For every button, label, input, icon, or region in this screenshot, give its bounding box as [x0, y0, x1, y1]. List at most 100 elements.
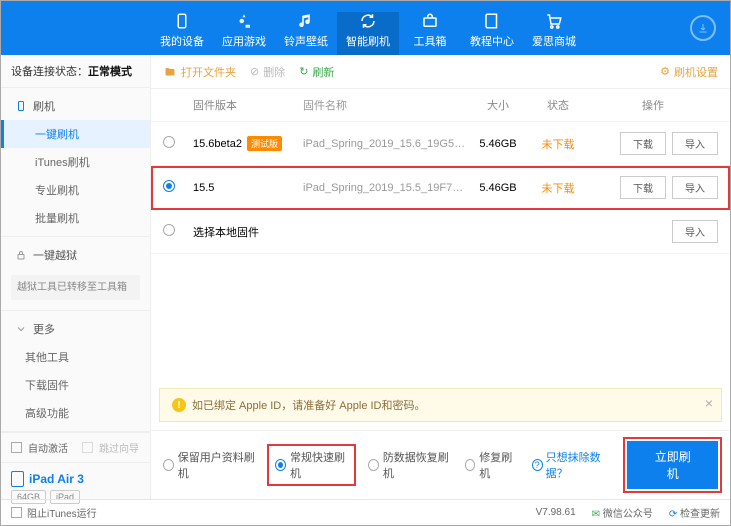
nav-my-device[interactable]: 我的设备	[151, 12, 213, 55]
sidebar-group-more[interactable]: 更多	[1, 315, 150, 343]
toolbar: 打开文件夹 ⊘删除 ↻刷新 ⚙刷机设置	[151, 55, 730, 89]
notice-close-icon[interactable]: ×	[705, 395, 713, 411]
skip-guide-checkbox[interactable]	[82, 442, 93, 453]
device-name: iPad Air 3	[11, 471, 140, 487]
start-flash-button[interactable]: 立即刷机	[627, 441, 718, 489]
flash-mode-row: 保留用户资料刷机 常规快速刷机 防数据恢复刷机 修复刷机 ?只想抹除数据？ 立即…	[151, 430, 730, 499]
nav-apps[interactable]: 应用游戏	[213, 12, 275, 55]
book-icon	[483, 12, 501, 30]
refresh-small-icon: ↻	[299, 65, 308, 78]
chevron-down-icon	[15, 323, 27, 335]
refresh-button[interactable]: ↻刷新	[299, 64, 334, 80]
gear-icon: ⚙	[660, 65, 670, 78]
nav-tutorials[interactable]: 教程中心	[461, 12, 523, 55]
delete-button: ⊘删除	[250, 64, 285, 80]
fw-version: 15.5	[193, 182, 214, 194]
block-itunes-checkbox[interactable]	[11, 507, 22, 518]
block-itunes-label: 阻止iTunes运行	[27, 505, 97, 520]
mode-repair[interactable]: 修复刷机	[465, 449, 518, 481]
row-radio[interactable]	[163, 224, 175, 236]
col-header-ops: 操作	[588, 97, 718, 113]
download-button[interactable]: 下载	[620, 176, 666, 199]
toolbox-icon	[421, 12, 439, 30]
sidebar-item-other-tools[interactable]: 其他工具	[1, 343, 150, 371]
fw-size: 5.46GB	[468, 182, 528, 194]
import-button[interactable]: 导入	[672, 176, 718, 199]
table-header: 固件版本 固件名称 大小 状态 操作	[151, 89, 730, 122]
jailbreak-moved-note: 越狱工具已转移至工具箱	[11, 275, 140, 300]
help-icon: ?	[532, 459, 543, 471]
phone-icon	[173, 12, 191, 30]
lock-icon	[15, 249, 27, 261]
fw-status: 未下载	[528, 136, 588, 152]
download-indicator-icon[interactable]	[690, 15, 716, 41]
refresh-icon	[359, 12, 377, 30]
auto-activate-checkbox[interactable]	[11, 442, 22, 453]
wechat-icon: ✉	[592, 509, 603, 520]
firmware-table: 固件版本 固件名称 大小 状态 操作 15.6beta2 测试版 iPad_Spr…	[151, 89, 730, 254]
col-header-version: 固件版本	[193, 97, 303, 113]
mode-keep-data[interactable]: 保留用户资料刷机	[163, 449, 255, 481]
flash-settings-button[interactable]: ⚙刷机设置	[660, 64, 718, 80]
mode-radio[interactable]	[163, 459, 174, 471]
mode-radio[interactable]	[368, 459, 379, 471]
open-folder-button[interactable]: 打开文件夹	[163, 64, 236, 80]
sidebar-item-oneclick-flash[interactable]: 一键刷机	[1, 120, 150, 148]
import-button[interactable]: 导入	[672, 220, 718, 243]
sidebar-item-download-fw[interactable]: 下载固件	[1, 371, 150, 399]
folder-icon	[163, 66, 177, 78]
erase-only-link[interactable]: ?只想抹除数据？	[532, 449, 614, 481]
mode-normal-fast[interactable]: 常规快速刷机	[269, 446, 354, 484]
wechat-link[interactable]: ✉ 微信公众号	[592, 505, 653, 520]
version-label: V7.98.61	[536, 507, 576, 518]
sidebar: 设备连接状态：正常模式 刷机 一键刷机 iTunes刷机 专业刷机 批量刷机 一…	[1, 55, 151, 499]
sidebar-group-jailbreak[interactable]: 一键越狱	[1, 241, 150, 269]
update-icon: ⟳	[669, 509, 680, 520]
table-row-local[interactable]: 选择本地固件 导入	[151, 210, 730, 254]
flash-group-icon	[15, 100, 27, 112]
app-window: iU 爱思助手 www.i4.cn ☰ ⬚ — □ ✕ 我的设备 应用游戏 铃声…	[0, 0, 731, 526]
row-radio[interactable]	[163, 136, 175, 148]
col-header-name: 固件名称	[303, 97, 468, 113]
sidebar-item-pro-flash[interactable]: 专业刷机	[1, 176, 150, 204]
sidebar-item-advanced[interactable]: 高级功能	[1, 399, 150, 427]
fw-name: iPad_Spring_2019_15.6_19G5037d_Restore.i…	[303, 138, 468, 150]
col-header-size: 大小	[468, 97, 528, 113]
statusbar: 阻止iTunes运行 V7.98.61 ✉ 微信公众号 ⟳ 检查更新	[1, 499, 730, 525]
apple-id-notice: ! 如已绑定 Apple ID，请准备好 Apple ID和密码。 ×	[159, 388, 722, 422]
import-button[interactable]: 导入	[672, 132, 718, 155]
nav-toolbox[interactable]: 工具箱	[399, 12, 461, 55]
apps-icon	[235, 12, 253, 30]
fw-status: 未下载	[528, 180, 588, 196]
nav-ringtones[interactable]: 铃声壁纸	[275, 12, 337, 55]
table-row[interactable]: 15.6beta2 测试版 iPad_Spring_2019_15.6_19G50…	[151, 122, 730, 166]
select-local-fw: 选择本地固件	[193, 224, 259, 240]
fw-name: iPad_Spring_2019_15.5_19F77_Restore.ipsw	[303, 182, 468, 194]
mode-radio[interactable]	[275, 459, 286, 471]
sidebar-item-itunes-flash[interactable]: iTunes刷机	[1, 148, 150, 176]
fw-size: 5.46GB	[468, 138, 528, 150]
skip-guide-label: 跳过向导	[99, 440, 139, 455]
table-row[interactable]: 15.5 iPad_Spring_2019_15.5_19F77_Restore…	[151, 166, 730, 210]
sidebar-group-flash[interactable]: 刷机	[1, 92, 150, 120]
row-radio[interactable]	[163, 180, 175, 192]
col-header-status: 状态	[528, 97, 588, 113]
fw-version: 15.6beta2	[193, 138, 242, 150]
delete-icon: ⊘	[250, 65, 259, 78]
warning-icon: !	[172, 398, 186, 412]
auto-activate-label: 自动激活	[28, 440, 68, 455]
mode-radio[interactable]	[465, 459, 476, 471]
cart-icon	[545, 12, 563, 30]
main-nav: 我的设备 应用游戏 铃声壁纸 智能刷机 工具箱 教程中心 爱思商城	[1, 1, 730, 55]
check-update-link[interactable]: ⟳ 检查更新	[669, 505, 720, 520]
mode-anti-recovery[interactable]: 防数据恢复刷机	[368, 449, 451, 481]
sidebar-item-batch-flash[interactable]: 批量刷机	[1, 204, 150, 232]
music-icon	[297, 12, 315, 30]
download-button[interactable]: 下载	[620, 132, 666, 155]
nav-flash[interactable]: 智能刷机	[337, 12, 399, 55]
main-panel: 打开文件夹 ⊘删除 ↻刷新 ⚙刷机设置 固件版本 固件名称 大小 状态 操作 1…	[151, 55, 730, 499]
beta-badge: 测试版	[247, 136, 282, 151]
connection-status: 设备连接状态：正常模式	[1, 55, 150, 88]
notice-text: 如已绑定 Apple ID，请准备好 Apple ID和密码。	[192, 397, 426, 413]
nav-store[interactable]: 爱思商城	[523, 12, 585, 55]
